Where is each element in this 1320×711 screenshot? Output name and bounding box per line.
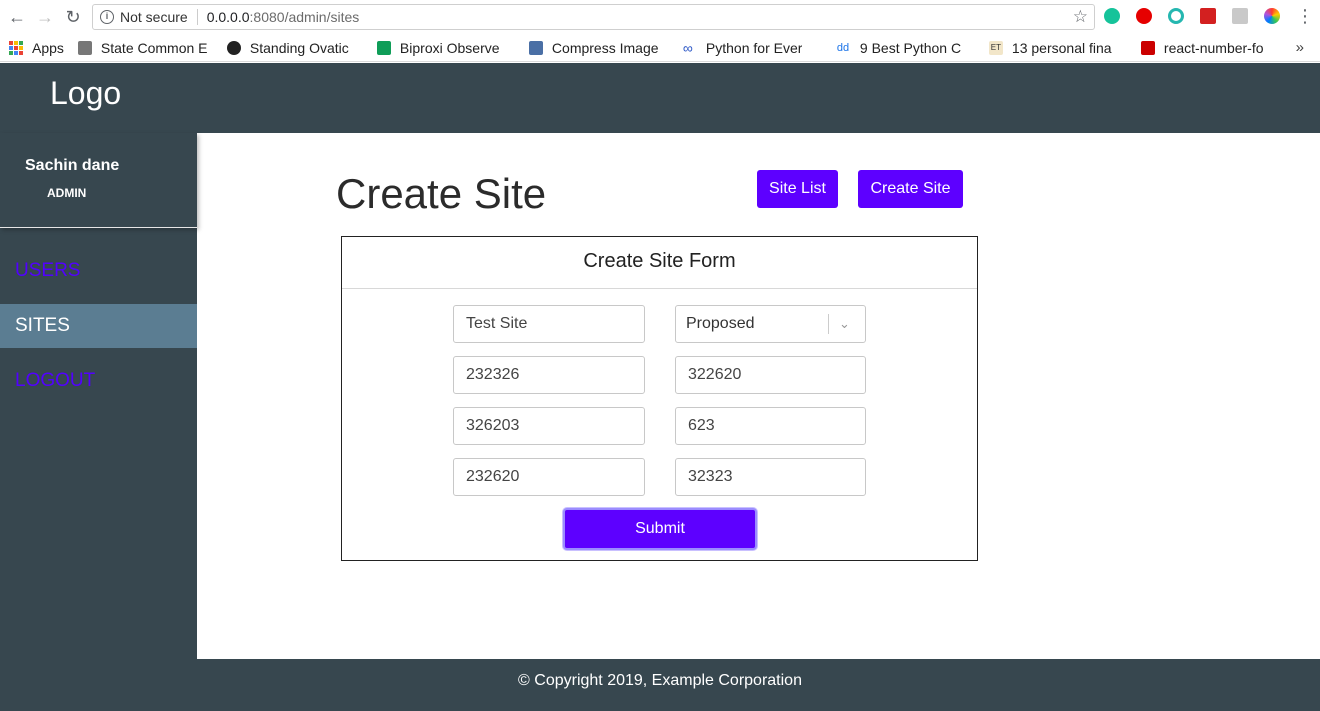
- forward-arrow-icon[interactable]: →: [34, 6, 56, 28]
- infinity-icon: ∞: [682, 39, 693, 56]
- apps-grid-icon: [9, 40, 23, 55]
- chart-extension-icon[interactable]: [1200, 8, 1216, 24]
- numeric-field-input[interactable]: 322620: [675, 356, 866, 394]
- more-bookmarks-icon[interactable]: »: [1296, 39, 1304, 56]
- bookmark-apps[interactable]: Apps: [0, 40, 64, 56]
- browser-toolbar: ← → ↻ i Not secure 0.0.0.0:8080/admin/si…: [0, 0, 1320, 34]
- bookmark-biproxi[interactable]: Biproxi Observe: [376, 39, 515, 56]
- bookmark-label: 13 personal fina: [1011, 39, 1112, 56]
- security-label: Not secure: [120, 9, 188, 25]
- user-name: Sachin dane: [25, 157, 120, 174]
- b-circle-icon: [226, 40, 241, 55]
- logo[interactable]: Logo: [50, 75, 121, 112]
- numeric-field-input[interactable]: 326203: [453, 407, 645, 445]
- footer-copyright: © Copyright 2019, Example Corporation: [0, 659, 1320, 711]
- bookmark-react-number-format[interactable]: react-number-fo: [1140, 39, 1281, 56]
- bookmark-label: Biproxi Observe: [399, 39, 500, 56]
- bookmark-label: Apps: [32, 39, 64, 56]
- url-host: 0.0.0.0: [206, 9, 250, 25]
- submit-button[interactable]: Submit: [563, 508, 757, 550]
- app-header: Logo: [0, 63, 1320, 133]
- form-title: Create Site Form: [342, 237, 977, 289]
- bookmarks-bar: Apps State Common E Standing Ovatic Bipr…: [0, 34, 1320, 62]
- sidebar-item-logout[interactable]: LOGOUT: [0, 359, 197, 403]
- info-icon[interactable]: i: [100, 10, 114, 24]
- create-site-button[interactable]: Create Site: [858, 170, 963, 208]
- sidebar: Sachin dane ADMIN USERS SITES LOGOUT: [0, 133, 197, 663]
- et-icon: ET: [988, 40, 1003, 55]
- back-arrow-icon[interactable]: ←: [6, 6, 28, 28]
- reload-icon[interactable]: ↻: [62, 6, 84, 28]
- user-role: ADMIN: [47, 186, 87, 200]
- sidebar-item-users[interactable]: USERS: [0, 249, 197, 293]
- emblem-icon: [77, 40, 92, 55]
- monitor-icon: [528, 40, 543, 55]
- adblock-extension-icon[interactable]: [1136, 8, 1152, 24]
- chevron-down-icon[interactable]: ⌄: [839, 306, 850, 342]
- numeric-field-input[interactable]: 232620: [453, 458, 645, 496]
- page-title: Create Site: [336, 170, 547, 217]
- npm-icon: [1140, 40, 1155, 55]
- browser-menu-icon[interactable]: ⋮: [1296, 6, 1314, 27]
- bookmark-compress-image[interactable]: Compress Image: [528, 39, 669, 56]
- user-profile: Sachin dane ADMIN: [0, 133, 197, 228]
- bookmark-label: 9 Best Python C: [859, 39, 962, 56]
- color-wheel-extension-icon[interactable]: [1264, 8, 1280, 24]
- omnibox-divider: [196, 9, 198, 25]
- bookmark-label: react-number-fo: [1163, 39, 1264, 56]
- numeric-field-input[interactable]: 32323: [675, 458, 866, 496]
- site-list-button[interactable]: Site List: [757, 170, 838, 208]
- bookmark-personal-finance[interactable]: ET 13 personal fina: [988, 39, 1127, 56]
- r-extension-icon[interactable]: [1232, 8, 1248, 24]
- bookmark-star-icon[interactable]: ☆: [1073, 7, 1088, 27]
- sheets-icon: [376, 40, 391, 55]
- numeric-field-input[interactable]: 232326: [453, 356, 645, 394]
- bookmark-label: Standing Ovatic: [249, 39, 349, 56]
- refresh-extension-icon[interactable]: [1168, 8, 1184, 24]
- bookmark-label: Compress Image: [551, 39, 659, 56]
- address-bar[interactable]: i Not secure 0.0.0.0:8080/admin/sites ☆: [92, 4, 1095, 30]
- sidebar-item-sites[interactable]: SITES: [0, 304, 197, 348]
- site-name-input[interactable]: Test Site: [453, 305, 645, 343]
- numeric-field-input[interactable]: 623: [675, 407, 866, 445]
- dd-icon: dd: [836, 41, 850, 54]
- bookmark-label: State Common E: [100, 39, 208, 56]
- select-divider: [828, 314, 829, 334]
- bookmark-label: Python for Ever: [705, 39, 803, 56]
- bookmark-best-python[interactable]: dd 9 Best Python C: [837, 40, 975, 56]
- create-site-form: Create Site Form Test Site Proposed ⌄ 23…: [341, 236, 978, 561]
- bookmark-state-common[interactable]: State Common E: [77, 39, 213, 56]
- grammarly-extension-icon[interactable]: [1104, 8, 1120, 24]
- url-path: :8080/admin/sites: [249, 9, 360, 25]
- bookmark-python-everybody[interactable]: ∞ Python for Ever: [683, 40, 823, 56]
- status-select[interactable]: Proposed ⌄: [675, 305, 866, 343]
- status-value: Proposed: [686, 315, 755, 332]
- bookmark-standing-ovation[interactable]: Standing Ovatic: [226, 39, 363, 56]
